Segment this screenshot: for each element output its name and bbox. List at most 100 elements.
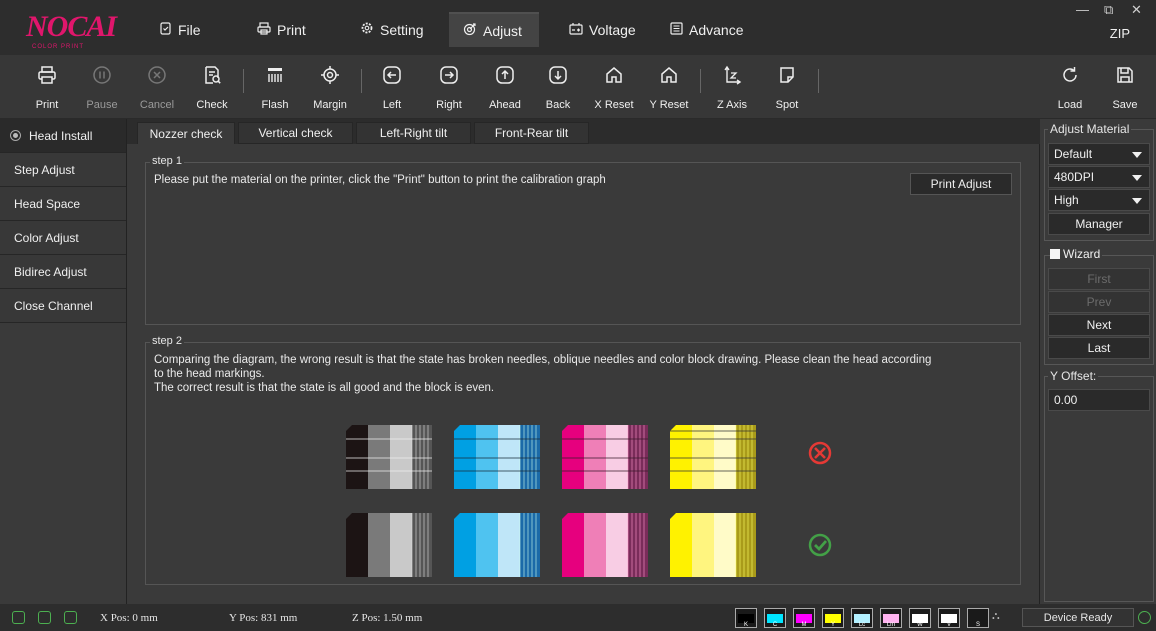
x-reset-button[interactable]: X Reset (588, 61, 640, 111)
main-panel: Nozzer check Vertical check Left-Right t… (126, 119, 1041, 604)
margin-button[interactable]: Margin (304, 61, 356, 111)
minimize-button[interactable]: — (1076, 2, 1089, 17)
sidebar: Head Install Step Adjust Head Space Colo… (0, 119, 126, 609)
file-icon (159, 21, 172, 38)
sidebar-item-bidirec-adjust[interactable]: Bidirec Adjust (0, 255, 126, 289)
sidebar-item-label: Step Adjust (14, 162, 75, 177)
correct-sample-cyan (454, 513, 540, 577)
calibration-diagram (346, 425, 832, 577)
tab-vertical-check[interactable]: Vertical check (238, 122, 353, 144)
menu-file[interactable]: File (145, 12, 215, 47)
arrow-up-icon (479, 61, 531, 89)
device-status-icon (64, 611, 77, 624)
step2-line-2: to the head markings. (154, 368, 265, 380)
last-button[interactable]: Last (1048, 337, 1150, 359)
pause-label: Pause (86, 99, 118, 111)
adjust-material-title: Adjust Material (1048, 122, 1132, 136)
prev-button[interactable]: Prev (1048, 291, 1150, 313)
close-button[interactable]: ✕ (1131, 2, 1142, 18)
menu-file-label: File (178, 21, 201, 38)
save-button[interactable]: Save (1099, 61, 1151, 111)
sidebar-item-head-space[interactable]: Head Space (0, 187, 126, 221)
print-adjust-button[interactable]: Print Adjust (910, 173, 1012, 195)
sidebar-item-close-channel[interactable]: Close Channel (0, 289, 126, 323)
checkbox-icon (1050, 249, 1060, 259)
sidebar-item-label: Bidirec Adjust (14, 264, 87, 279)
ink-label: K (743, 622, 748, 628)
tab-nozzer-check[interactable]: Nozzer check (137, 122, 235, 144)
right-label: Right (436, 99, 462, 111)
material-select[interactable]: Default (1048, 143, 1150, 165)
menu-adjust[interactable]: Adjust (449, 12, 539, 47)
step2-title: step 2 (150, 335, 184, 347)
step2-line-3: The correct result is that the state is … (154, 382, 495, 394)
back-button[interactable]: Back (532, 61, 584, 111)
toolbar: Print Pause Cancel Check Flash Margin Le… (0, 55, 1156, 119)
menu-print[interactable]: Print (243, 12, 320, 47)
chevron-down-icon (1132, 175, 1142, 181)
back-label: Back (545, 99, 571, 111)
adjust-icon (463, 22, 477, 39)
printer-icon (257, 21, 271, 38)
menu-setting-label: Setting (380, 21, 424, 38)
right-button[interactable]: Right (423, 61, 475, 111)
menu-voltage[interactable]: Voltage (555, 12, 650, 47)
ahead-button[interactable]: Ahead (479, 61, 531, 111)
logo-subtitle: COLOR PRINT (32, 44, 85, 50)
ink-label: C (772, 622, 778, 628)
device-status: Device Ready (1022, 608, 1134, 627)
ink-label: W (917, 622, 923, 628)
toolbar-divider (700, 69, 701, 93)
print-button[interactable]: Print (21, 61, 73, 111)
ink-label: Y (830, 622, 835, 628)
load-label: Load (1057, 99, 1083, 111)
spot-button[interactable]: Spot (761, 61, 813, 111)
first-button[interactable]: First (1048, 268, 1150, 290)
load-button[interactable]: Load (1044, 61, 1096, 111)
menu-advance[interactable]: Advance (656, 12, 757, 47)
home-icon (643, 61, 695, 89)
material-select-value: Default (1054, 147, 1093, 161)
arrow-left-icon (366, 61, 418, 89)
maximize-button[interactable]: ⧉ (1104, 2, 1113, 18)
right-panel: Adjust Material Default 480DPI High Mana… (1040, 119, 1156, 604)
sidebar-item-step-adjust[interactable]: Step Adjust (0, 153, 126, 187)
z-axis-button[interactable]: Z Axis (706, 61, 758, 111)
menu-setting[interactable]: Setting (346, 12, 438, 47)
sidebar-empty-area (0, 323, 126, 609)
pause-button[interactable]: Pause (76, 61, 128, 111)
wizard-checkbox[interactable]: Wizard (1050, 247, 1103, 261)
manager-button[interactable]: Manager (1048, 213, 1150, 235)
next-button[interactable]: Next (1048, 314, 1150, 336)
y-offset-input[interactable]: 0.00 (1048, 389, 1150, 411)
left-button[interactable]: Left (366, 61, 418, 111)
step1-instructions: Please put the material on the printer, … (154, 174, 606, 186)
x-position: X Pos: 0 mm (100, 612, 158, 624)
ink-v: V (938, 608, 960, 628)
toolbar-divider (361, 69, 362, 93)
tab-left-right-tilt[interactable]: Left-Right tilt (356, 122, 471, 144)
link-status-icon (12, 611, 25, 624)
ink-drop-icon: ⛬ (992, 610, 1000, 622)
y-reset-button[interactable]: Y Reset (643, 61, 695, 111)
sidebar-item-head-install[interactable]: Head Install (0, 119, 126, 153)
dpi-select-value: 480DPI (1054, 170, 1095, 184)
zip-label: ZIP (1109, 26, 1130, 41)
ink-c: C (764, 608, 786, 628)
cancel-button[interactable]: Cancel (131, 61, 183, 111)
quality-select[interactable]: High (1048, 189, 1150, 211)
cancel-icon (131, 61, 183, 89)
dpi-select[interactable]: 480DPI (1048, 166, 1150, 188)
check-label: Check (196, 99, 228, 111)
power-status-icon (38, 611, 51, 624)
ink-label: S (975, 622, 980, 628)
tab-front-rear-tilt[interactable]: Front-Rear tilt (474, 122, 589, 144)
check-document-icon (186, 61, 238, 89)
flash-button[interactable]: Flash (249, 61, 301, 111)
check-button[interactable]: Check (186, 61, 238, 111)
step2-line-1: Comparing the diagram, the wrong result … (154, 354, 932, 366)
sidebar-item-color-adjust[interactable]: Color Adjust (0, 221, 126, 255)
radio-selected-icon (10, 130, 21, 141)
voltage-icon (569, 22, 583, 38)
gear-icon (360, 21, 374, 38)
